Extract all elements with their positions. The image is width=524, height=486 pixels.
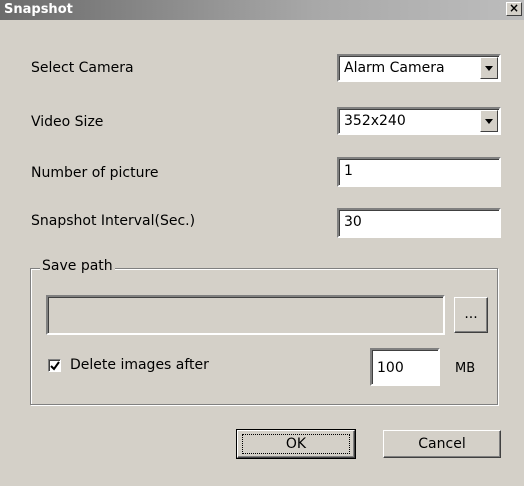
- select-camera-arrow[interactable]: [480, 57, 498, 79]
- window-title: Snapshot: [4, 2, 73, 17]
- save-path-legend: Save path: [40, 258, 115, 274]
- ok-button[interactable]: OK: [236, 429, 356, 459]
- browse-label: ...: [464, 306, 478, 322]
- snapshot-dialog: Snapshot × Select Camera Alarm Camera Vi…: [0, 0, 524, 486]
- save-path-input[interactable]: [46, 295, 445, 335]
- video-size-label: Video Size: [31, 114, 104, 130]
- title-bar[interactable]: Snapshot ×: [0, 0, 524, 20]
- select-camera-dropdown[interactable]: Alarm Camera: [337, 54, 501, 82]
- chevron-down-icon: [485, 119, 493, 124]
- number-of-picture-value: 1: [344, 163, 353, 179]
- number-of-picture-input[interactable]: 1: [337, 157, 501, 187]
- browse-button[interactable]: ...: [454, 297, 488, 333]
- snapshot-interval-input[interactable]: 30: [337, 208, 501, 238]
- chevron-down-icon: [485, 66, 493, 71]
- video-size-arrow[interactable]: [480, 110, 498, 132]
- delete-images-label: Delete images after: [70, 357, 209, 373]
- number-of-picture-label: Number of picture: [31, 165, 159, 181]
- delete-size-value: 100: [377, 360, 404, 376]
- checkmark-icon: [50, 361, 60, 371]
- size-unit-label: MB: [455, 361, 476, 376]
- snapshot-interval-value: 30: [344, 214, 362, 230]
- cancel-label: Cancel: [418, 436, 466, 452]
- delete-images-checkbox[interactable]: [48, 359, 61, 372]
- select-camera-label: Select Camera: [31, 60, 134, 76]
- snapshot-interval-label: Snapshot Interval(Sec.): [31, 213, 196, 229]
- video-size-value: 352x240: [344, 113, 406, 129]
- cancel-button[interactable]: Cancel: [383, 430, 501, 458]
- select-camera-value: Alarm Camera: [344, 60, 445, 76]
- close-icon[interactable]: ×: [506, 2, 522, 16]
- focus-rect: [242, 434, 350, 454]
- delete-size-input[interactable]: 100: [370, 348, 440, 386]
- video-size-dropdown[interactable]: 352x240: [337, 107, 501, 135]
